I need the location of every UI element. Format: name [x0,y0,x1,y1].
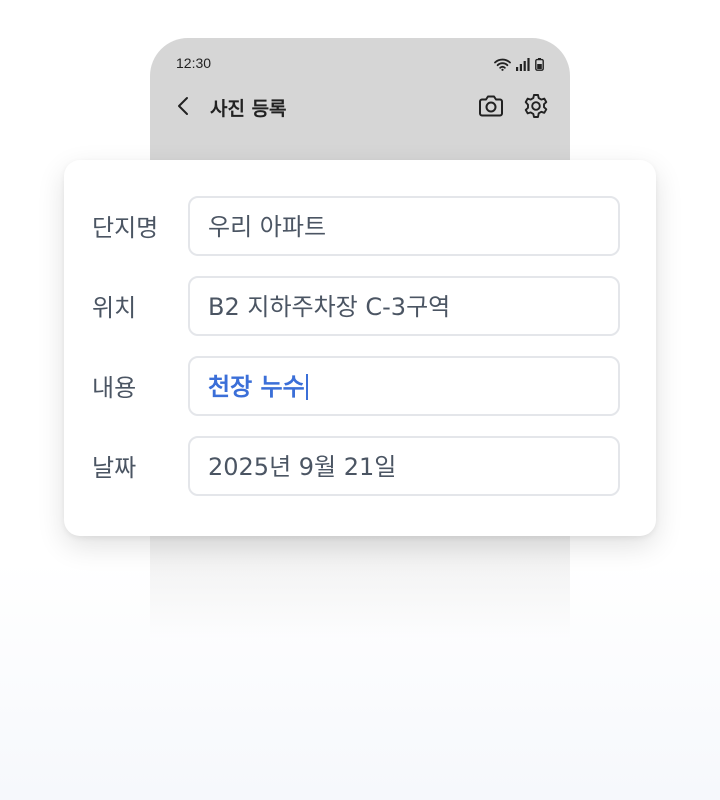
camera-button[interactable] [477,92,505,120]
battery-icon [535,56,544,75]
chevron-left-icon [178,97,188,115]
photo-info-card: 단지명 우리 아파트 위치 B2 지하주차장 C-3구역 내용 천장 누수 날짜… [64,160,656,536]
app-bar: 사진 등록 [150,88,570,124]
signal-icon [516,56,530,75]
content-label: 내용 [92,374,137,402]
content-value: 천장 누수 [208,373,305,401]
gear-icon [524,94,548,118]
complex-name-value: 우리 아파트 [208,213,327,241]
date-field[interactable]: 2025년 9월 21일 [188,436,620,496]
status-bar: 12:30 [150,38,570,88]
form-row-complex: 단지명 우리 아파트 [64,196,656,260]
date-value: 2025년 9월 21일 [208,453,397,481]
content-value-wrap: 천장 누수 [208,371,308,403]
date-label: 날짜 [92,454,137,482]
page-title: 사진 등록 [210,98,287,120]
back-button[interactable] [172,94,196,118]
text-caret [305,374,308,400]
form-row-location: 위치 B2 지하주차장 C-3구역 [64,276,656,340]
complex-name-field[interactable]: 우리 아파트 [188,196,620,256]
form-row-content: 내용 천장 누수 [64,356,656,420]
settings-button[interactable] [522,92,550,120]
location-field[interactable]: B2 지하주차장 C-3구역 [188,276,620,336]
location-label: 위치 [92,294,137,322]
camera-icon [479,95,503,117]
content-field[interactable]: 천장 누수 [188,356,620,416]
location-value: B2 지하주차장 C-3구역 [208,293,451,321]
wifi-icon [494,56,511,75]
form-row-date: 날짜 2025년 9월 21일 [64,436,656,500]
complex-name-label: 단지명 [92,214,159,242]
status-icons [494,56,544,75]
status-time: 12:30 [176,55,212,71]
